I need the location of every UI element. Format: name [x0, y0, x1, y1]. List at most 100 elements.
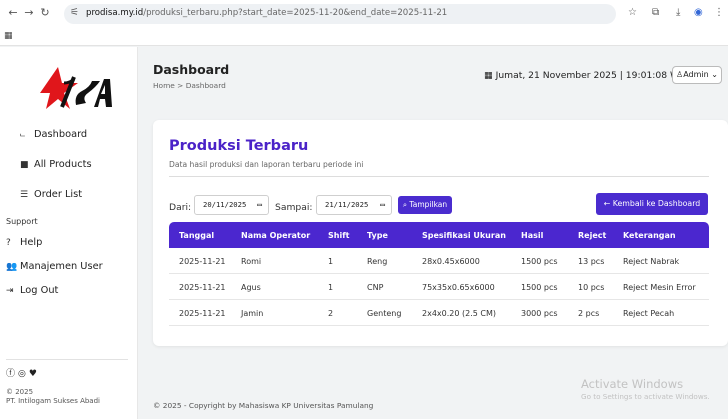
browser-chrome: ← → ↻ ⚟ prodisa.my.id/produksi_terbaru.p…	[0, 0, 728, 46]
cell-shift: 1	[328, 283, 334, 292]
cell-output: 3000 pcs	[521, 309, 558, 318]
end-date-input[interactable]: 21/11/2025 ▭	[316, 195, 392, 215]
calendar-icon[interactable]: ▭	[380, 196, 385, 214]
column-header: Keterangan	[623, 231, 676, 240]
sidebar-copyright-year: © 2025	[6, 388, 34, 396]
column-header: Tanggal	[179, 231, 215, 240]
from-label: Dari:	[169, 202, 192, 213]
cell-shift: 1	[328, 257, 334, 266]
address-bar[interactable]: ⚟ prodisa.my.id/produksi_terbaru.php?sta…	[64, 4, 616, 24]
support-heading: Support	[6, 217, 38, 226]
cell-spec: 28x0.45x6000	[422, 257, 480, 266]
twitter-icon[interactable]: ♥	[29, 369, 40, 379]
back-to-dashboard-button[interactable]: ← Kembali ke Dashboard	[596, 193, 708, 215]
cell-note: Reject Pecah	[623, 309, 675, 318]
sidebar: ⨽ Dashboard ■ All Products ☰ Order List Sup…	[0, 47, 138, 419]
breadcrumb: Home > Dashboard	[153, 81, 226, 90]
logout-icon: ⇥	[6, 286, 14, 296]
column-header: Reject	[578, 231, 607, 240]
cell-output: 1500 pcs	[521, 283, 558, 292]
cell-note: Reject Mesin Error	[623, 283, 696, 292]
cell-shift: 2	[328, 309, 334, 318]
footer-copyright: © 2025 - Copyright by Mahasiswa KP Unive…	[153, 401, 374, 410]
apps-grid-icon[interactable]: ▦	[4, 31, 13, 41]
help-circle-icon: ?	[6, 238, 11, 248]
cell-reject: 13 pcs	[578, 257, 605, 266]
column-header: Type	[367, 231, 388, 240]
sidebar-item-order-list[interactable]: ☰ Order List	[20, 189, 82, 200]
isa-logo	[40, 67, 112, 109]
sidebar-item-label: Order List	[34, 189, 83, 200]
calendar-icon: ▦	[484, 70, 496, 81]
windows-activation-title: Activate Windows	[581, 377, 684, 391]
site-info-icon[interactable]: ⚟	[70, 7, 79, 18]
chevron-down-icon: ⌄	[708, 70, 718, 79]
latest-production-card: Produksi Terbaru Data hasil produksi dan…	[153, 120, 728, 346]
admin-menu-button[interactable]: ♙Admin ⌄	[672, 66, 722, 84]
sidebar-item-help[interactable]: ? Help	[6, 237, 42, 248]
sidebar-item-label: All Products	[34, 159, 92, 170]
cell-output: 1500 pcs	[521, 257, 558, 266]
column-header: Spesifikasi Ukuran	[422, 231, 506, 240]
cell-operator: Jamin	[241, 309, 264, 318]
cell-date: 2025-11-21	[179, 283, 226, 292]
start-date-input[interactable]: 20/11/2025 ▭	[194, 195, 269, 215]
table-header: Tanggal Nama Operator Shift Type Spesifi…	[169, 222, 709, 248]
sidebar-item-label: Manajemen User	[20, 261, 103, 272]
social-links: ⓕ◎♥	[6, 366, 40, 379]
download-icon[interactable]: ⤓	[676, 7, 680, 18]
windows-activation-hint: Go to Settings to activate Windows.	[581, 392, 710, 401]
facebook-icon[interactable]: ⓕ	[6, 369, 18, 379]
table-row: 2025-11-21 Romi 1 Reng 28x0.45x6000 1500…	[169, 248, 709, 274]
production-table: Tanggal Nama Operator Shift Type Spesifi…	[169, 222, 709, 326]
table-row: 2025-11-21 Agus 1 CNP 75x35x0.65x6000 15…	[169, 274, 709, 300]
cell-date: 2025-11-21	[179, 257, 226, 266]
reload-icon[interactable]: ↻	[38, 6, 52, 20]
chart-line-icon: ⨽	[20, 130, 26, 140]
current-datetime: ▦ Jumat, 21 November 2025 | 19:01:08 WIB	[484, 70, 689, 81]
card-title: Produksi Terbaru	[169, 138, 309, 154]
sidebar-item-label: Help	[20, 237, 43, 248]
sidebar-company-name: PT. Intilogam Sukses Abadi	[6, 397, 100, 405]
calendar-icon[interactable]: ▭	[257, 196, 262, 214]
cell-type: Genteng	[367, 309, 402, 318]
menu-dots-icon[interactable]: ⋮	[714, 7, 724, 18]
cell-type: CNP	[367, 283, 384, 292]
cell-operator: Agus	[241, 283, 261, 292]
to-label: Sampai:	[275, 202, 313, 213]
show-button[interactable]: ⌕ Tampilkan	[398, 196, 452, 214]
cell-type: Reng	[367, 257, 388, 266]
cell-reject: 2 pcs	[578, 309, 600, 318]
extensions-icon[interactable]: ⧉	[652, 7, 659, 18]
sidebar-item-logout[interactable]: ⇥ Log Out	[6, 285, 58, 296]
cell-spec: 75x35x0.65x6000	[422, 283, 495, 292]
page-title: Dashboard	[153, 62, 230, 77]
cell-reject: 10 pcs	[578, 283, 605, 292]
column-header: Hasil	[521, 231, 544, 240]
column-header: Nama Operator	[241, 231, 311, 240]
users-icon: 👥	[6, 262, 18, 272]
instagram-icon[interactable]: ◎	[18, 369, 29, 379]
cell-note: Reject Nabrak	[623, 257, 680, 266]
cell-operator: Romi	[241, 257, 262, 266]
arrow-left-icon: ←	[603, 199, 613, 208]
box-icon: ■	[20, 160, 29, 170]
cell-date: 2025-11-21	[179, 309, 226, 318]
card-divider	[169, 176, 709, 177]
table-row: 2025-11-21 Jamin 2 Genteng 2x4x0.20 (2.5…	[169, 300, 709, 326]
sidebar-item-user-management[interactable]: 👥 Manajemen User	[6, 261, 103, 272]
address-url: prodisa.my.id/produksi_terbaru.php?start…	[86, 8, 448, 18]
sidebar-item-all-products[interactable]: ■ All Products	[20, 159, 92, 170]
bookmark-star-icon[interactable]: ☆	[628, 7, 637, 18]
profile-icon[interactable]: ◉	[694, 7, 703, 18]
card-subtitle: Data hasil produksi dan laporan terbaru …	[169, 160, 364, 169]
list-icon: ☰	[20, 190, 29, 200]
sidebar-item-dashboard[interactable]: ⨽ Dashboard	[20, 129, 87, 140]
cell-spec: 2x4x0.20 (2.5 CM)	[422, 309, 496, 318]
column-header: Shift	[328, 231, 350, 240]
sidebar-item-label: Log Out	[20, 285, 59, 296]
sidebar-divider	[6, 359, 128, 360]
back-arrow-icon[interactable]: ←	[6, 6, 20, 20]
forward-arrow-icon[interactable]: →	[22, 6, 36, 20]
sidebar-item-label: Dashboard	[34, 129, 88, 140]
